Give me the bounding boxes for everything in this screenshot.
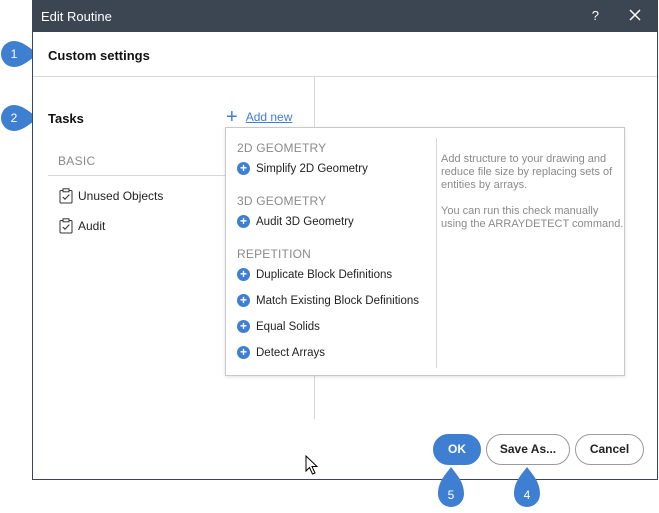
popup-item-label: Match Existing Block Definitions <box>256 294 419 307</box>
plus-circle-icon: + <box>237 320 250 333</box>
callout-number: 2 <box>10 111 18 125</box>
title-bar: Edit Routine ? <box>33 1 657 32</box>
callout-number: 4 <box>523 488 531 502</box>
popup-item-label: Simplify 2D Geometry <box>256 162 368 175</box>
popup-item-label: Detect Arrays <box>256 346 326 359</box>
edit-routine-dialog: Edit Routine ? Custom settings Tasks + A… <box>32 0 658 480</box>
section-title: Custom settings <box>48 48 150 63</box>
callout-5: 5 <box>436 466 466 508</box>
popup-item-label: Audit 3D Geometry <box>256 215 354 228</box>
category-repetition: REPETITION <box>237 247 312 261</box>
popup-item-audit-3d-geometry[interactable]: + Audit 3D Geometry <box>237 215 354 228</box>
help-button[interactable]: ? <box>592 8 599 23</box>
plus-icon: + <box>226 106 238 128</box>
popup-item-simplify-2d-geometry[interactable]: + Simplify 2D Geometry <box>237 162 368 175</box>
task-item-unused-objects[interactable]: Unused Objects <box>59 188 163 204</box>
cancel-button[interactable]: Cancel <box>575 434 644 465</box>
plus-circle-icon: + <box>237 294 250 307</box>
add-new-button[interactable]: + Add new <box>226 106 293 128</box>
popup-item-label: Duplicate Block Definitions <box>256 268 393 281</box>
popup-item-equal-solids[interactable]: + Equal Solids <box>237 320 320 333</box>
clipboard-check-icon <box>59 188 73 204</box>
category-2d-geometry: 2D GEOMETRY <box>237 141 327 155</box>
add-task-popup: 2D GEOMETRY + Simplify 2D Geometry 3D GE… <box>225 127 625 376</box>
save-as-button[interactable]: Save As... <box>486 434 570 465</box>
add-new-label: Add new <box>245 110 293 124</box>
popup-item-detect-arrays[interactable]: + Detect Arrays <box>237 346 325 359</box>
callout-number: 1 <box>10 47 18 61</box>
popup-item-label: Equal Solids <box>256 320 320 333</box>
tasks-label: Tasks <box>48 111 84 126</box>
callout-number: 5 <box>447 488 455 502</box>
callout-4: 4 <box>512 466 542 508</box>
task-item-label: Unused Objects <box>78 189 164 203</box>
popup-divider <box>436 138 437 368</box>
popup-item-match-existing-block-definitions[interactable]: + Match Existing Block Definitions <box>237 294 419 307</box>
description-command-text: You can run this check manually using th… <box>441 205 624 230</box>
popup-item-duplicate-block-definitions[interactable]: + Duplicate Block Definitions <box>237 268 392 281</box>
window-title: Edit Routine <box>41 9 112 24</box>
task-item-label: Audit <box>78 219 106 233</box>
basic-section-label: BASIC <box>58 154 96 168</box>
clipboard-check-icon <box>59 218 73 234</box>
custom-settings-header: Custom settings <box>33 32 657 77</box>
plus-circle-icon: + <box>237 162 250 175</box>
task-item-audit[interactable]: Audit <box>59 218 105 234</box>
description-text: Add structure to your drawing and reduce… <box>441 153 613 191</box>
close-icon[interactable] <box>627 7 643 23</box>
ok-button[interactable]: OK <box>433 434 481 465</box>
basic-divider <box>48 175 228 176</box>
plus-circle-icon: + <box>237 215 250 228</box>
mouse-pointer-icon <box>305 454 319 480</box>
plus-circle-icon: + <box>237 268 250 281</box>
plus-circle-icon: + <box>237 346 250 359</box>
category-3d-geometry: 3D GEOMETRY <box>237 194 327 208</box>
